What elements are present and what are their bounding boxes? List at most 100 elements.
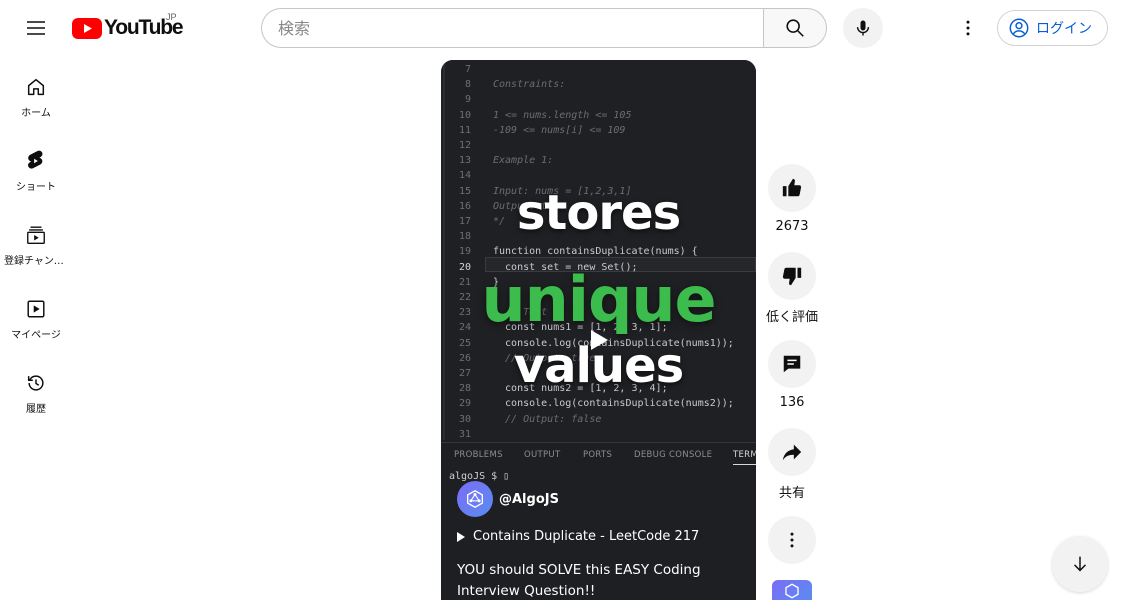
share-arrow-icon — [782, 444, 802, 461]
home-icon — [27, 78, 45, 96]
code-text: Constraints: — [493, 79, 566, 91]
history-icon — [27, 375, 44, 391]
hamburger-icon — [27, 21, 45, 35]
video-title[interactable]: YOU should SOLVE this EASY Coding Interv… — [457, 560, 747, 600]
play-triangle-icon — [457, 531, 465, 542]
code-line: 8 Constraints: — [441, 77, 756, 92]
shorts-player[interactable]: 7 8 Constraints: 9 10 1 <= nums.length <= 105… — [441, 60, 756, 600]
line-number: 30 — [458, 413, 471, 425]
code-line: 31 — [441, 427, 756, 442]
panel-tab: PORTS — [583, 450, 613, 460]
code-line: 30 // Output: false — [441, 412, 756, 427]
code-line: 7 — [441, 62, 756, 77]
code-line: 29 console.log(containsDuplicate(nums2))… — [441, 396, 756, 411]
panel-tab: OUTPUT — [524, 450, 561, 460]
login-label: ログイン — [1036, 21, 1092, 37]
code-line: 13 Example 1: — [441, 153, 756, 168]
search-icon — [786, 19, 804, 37]
play-button[interactable] — [587, 328, 611, 352]
dislike-label: 低く評価 — [765, 310, 818, 325]
sidebar-item-label: ショート — [16, 182, 56, 193]
like-button[interactable] — [768, 164, 816, 212]
algojs-logo-icon — [785, 583, 799, 599]
my-page-icon — [27, 300, 45, 318]
panel-tab: PROBLEMS — [454, 450, 503, 460]
channel-avatar-thumbnail[interactable] — [772, 580, 812, 600]
microphone-icon — [856, 20, 870, 36]
search-input[interactable] — [278, 18, 764, 38]
thumbs-down-icon — [782, 267, 802, 286]
line-number: 19 — [458, 246, 471, 258]
sidebar-item-shorts[interactable]: ショート — [4, 130, 68, 204]
code-text: console.log(containsDuplicate(nums2)); — [493, 398, 734, 410]
line-number: 7 — [464, 64, 471, 75]
next-short-button[interactable] — [1052, 536, 1108, 592]
guide-menu-button[interactable] — [16, 8, 56, 48]
channel-avatar[interactable] — [457, 481, 493, 517]
line-number: 31 — [458, 428, 471, 440]
sidebar-item-history[interactable]: 履歴 — [4, 352, 68, 426]
thumbs-up-icon — [782, 178, 802, 197]
sidebar-item-label: マイページ — [11, 330, 61, 341]
vertical-dots-icon — [966, 20, 970, 36]
panel-tab: TERMINAL — [733, 450, 756, 465]
overlay-word-2: unique — [481, 263, 716, 336]
dislike-button[interactable] — [768, 252, 816, 300]
overlay-word-1: stores — [516, 185, 681, 241]
play-icon — [591, 330, 608, 350]
shorts-icon — [28, 150, 43, 169]
share-label: 共有 — [778, 486, 805, 501]
login-button[interactable]: ログイン — [997, 10, 1108, 46]
sidebar-item-label: 登録チャンネル — [4, 256, 68, 267]
related-video-link[interactable]: Contains Duplicate - LeetCode 217 — [457, 529, 699, 544]
channel-info: @AlgoJS — [457, 481, 559, 517]
arrow-down-icon — [1073, 556, 1087, 572]
settings-menu-button[interactable] — [948, 8, 988, 48]
sidebar-item-my-page[interactable]: マイページ — [4, 278, 68, 352]
youtube-play-logo-icon — [72, 17, 102, 39]
code-line: 10 1 <= nums.length <= 105 — [441, 108, 756, 123]
comment-count: 136 — [779, 395, 805, 410]
subscriptions-icon — [27, 226, 45, 244]
editor-panel-tabs: PROBLEMS OUTPUT PORTS DEBUG CONSOLE TERMINAL — [441, 442, 756, 466]
code-text: Example 1: — [493, 155, 554, 167]
algojs-logo-icon — [466, 489, 484, 509]
sidebar-item-label: 履歴 — [26, 404, 46, 415]
line-number: 13 — [458, 155, 471, 167]
code-text: // Output: false — [493, 413, 602, 425]
share-button[interactable] — [768, 428, 816, 476]
sidebar-item-label: ホーム — [21, 108, 51, 119]
comments-button[interactable] — [768, 340, 816, 388]
line-number: 29 — [458, 398, 471, 410]
code-line: 12 — [441, 138, 756, 153]
comment-icon — [783, 355, 801, 373]
line-number: 14 — [458, 170, 471, 182]
sidebar-item-subscriptions[interactable]: 登録チャンネル — [4, 204, 68, 278]
channel-name[interactable]: @AlgoJS — [499, 492, 559, 507]
line-number: 11 — [458, 124, 471, 136]
related-video-title: Contains Duplicate - LeetCode 217 — [473, 529, 700, 544]
region-code: JP — [166, 12, 177, 22]
code-line: 11 -109 <= nums[i] <= 109 — [441, 123, 756, 138]
vertical-dots-icon — [790, 532, 794, 548]
more-actions-button[interactable] — [768, 516, 816, 564]
code-text: -109 <= nums[i] <= 109 — [493, 124, 626, 136]
like-count: 2673 — [775, 219, 809, 234]
account-circle-icon — [1009, 18, 1029, 38]
line-number: 8 — [464, 79, 471, 91]
code-text: 1 <= nums.length <= 105 — [493, 109, 632, 121]
code-text: function containsDuplicate(nums) { — [493, 246, 698, 258]
line-number: 10 — [458, 109, 471, 121]
line-number: 12 — [458, 140, 471, 151]
youtube-logo[interactable]: YouTube JP — [72, 12, 184, 42]
code-line: 19 function containsDuplicate(nums) { — [441, 244, 756, 259]
sidebar-item-home[interactable]: ホーム — [4, 56, 68, 130]
voice-search-button[interactable] — [843, 8, 883, 48]
panel-tab: DEBUG CONSOLE — [634, 450, 713, 460]
code-line: 14 — [441, 168, 756, 183]
search-button[interactable] — [763, 8, 827, 48]
code-line: 9 — [441, 92, 756, 107]
line-number: 9 — [464, 94, 471, 106]
masthead: YouTube JP ログイン — [0, 0, 1124, 56]
search-box[interactable] — [261, 8, 764, 48]
